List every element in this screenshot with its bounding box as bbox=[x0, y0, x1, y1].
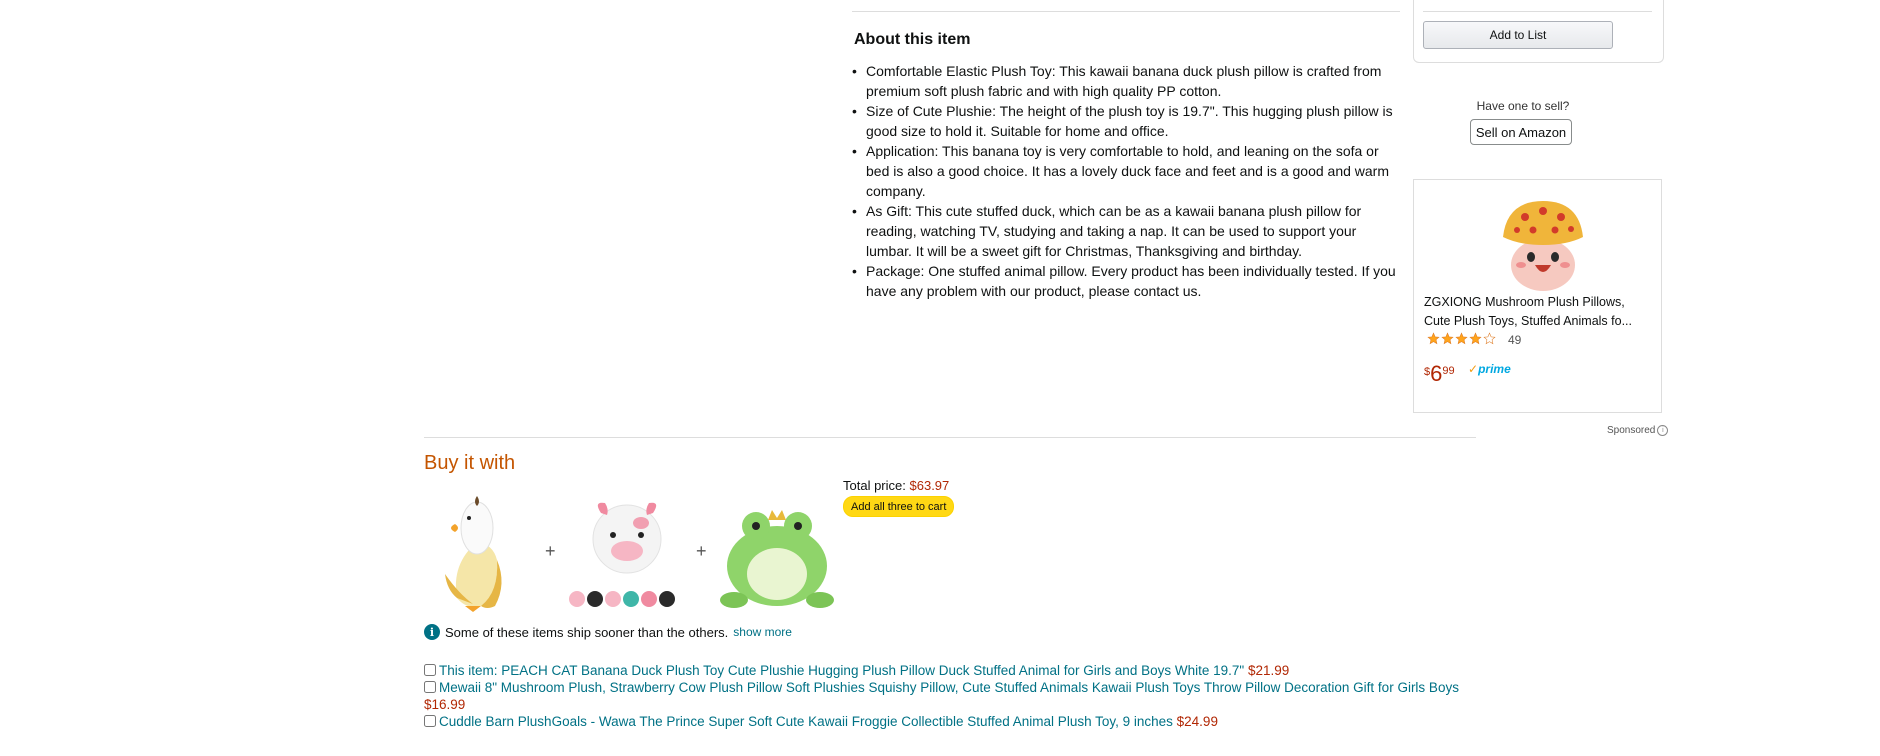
bundle-item: Mewaii 8" Mushroom Plush, Strawberry Cow… bbox=[424, 679, 1484, 713]
plus-separator: + bbox=[545, 541, 556, 561]
about-bullet: Package: One stuffed animal pillow. Ever… bbox=[852, 261, 1396, 301]
ship-sooner-note: i Some of these items ship sooner than t… bbox=[424, 624, 792, 640]
bundle-item-link[interactable]: Mewaii 8" Mushroom Plush, Strawberry Cow… bbox=[439, 680, 1459, 695]
bundle-item-price: $21.99 bbox=[1247, 663, 1290, 678]
sell-on-amazon-button[interactable]: Sell on Amazon bbox=[1470, 119, 1572, 145]
add-all-three-to-cart-button[interactable]: Add all three to cart bbox=[843, 496, 955, 517]
bundle-item-price: $16.99 bbox=[424, 697, 466, 712]
bundle-items-list: This item: PEACH CAT Banana Duck Plush T… bbox=[424, 662, 1484, 730]
bundle-item-checkbox[interactable] bbox=[424, 715, 436, 727]
star-empty-icon bbox=[1483, 332, 1496, 345]
sponsored-text: Sponsored bbox=[1607, 425, 1656, 436]
star-full-icon bbox=[1469, 332, 1482, 345]
add-to-list-button[interactable]: Add to List bbox=[1423, 21, 1613, 49]
prime-check-icon: ✓ bbox=[1468, 362, 1479, 376]
bundle-item: Cuddle Barn PlushGoals - Wawa The Prince… bbox=[424, 713, 1484, 730]
about-bullet: Size of Cute Plushie: The height of the … bbox=[852, 101, 1396, 141]
total-price-value: $63.97 bbox=[909, 478, 950, 493]
plus-separator: + bbox=[696, 541, 707, 561]
info-icon: i bbox=[424, 624, 440, 640]
bundle-item-checkbox[interactable] bbox=[424, 681, 436, 693]
price-fraction: 99 bbox=[1442, 365, 1455, 377]
bundle-item-price: $24.99 bbox=[1176, 714, 1218, 729]
ad-star-rating[interactable] bbox=[1427, 332, 1496, 345]
about-bullet: Application: This banana toy is very com… bbox=[852, 141, 1396, 201]
ad-review-count[interactable]: 49 bbox=[1508, 333, 1521, 347]
total-price: Total price: $63.97 bbox=[843, 478, 949, 493]
info-icon[interactable]: i bbox=[1657, 425, 1669, 436]
star-full-icon bbox=[1455, 332, 1468, 345]
bundle-item-checkbox[interactable] bbox=[424, 664, 436, 676]
star-full-icon bbox=[1427, 332, 1440, 345]
ship-note-text: Some of these items ship sooner than the… bbox=[445, 624, 729, 640]
sponsored-label[interactable]: Sponsored i bbox=[1607, 425, 1669, 436]
mushroom-plush-image[interactable] bbox=[1497, 197, 1589, 292]
about-bullets: Comfortable Elastic Plush Toy: This kawa… bbox=[852, 61, 1396, 301]
price-whole: 6 bbox=[1430, 361, 1443, 386]
buy-with-title: Buy it with bbox=[424, 452, 516, 474]
about-title: About this item bbox=[854, 31, 971, 48]
total-price-label: Total price: bbox=[843, 478, 906, 493]
about-bullet: As Gift: This cute stuffed duck, which c… bbox=[852, 201, 1396, 261]
bundle-item: This item: PEACH CAT Banana Duck Plush T… bbox=[424, 662, 1484, 679]
star-full-icon bbox=[1441, 332, 1454, 345]
bundle-item-link[interactable]: This item: PEACH CAT Banana Duck Plush T… bbox=[439, 663, 1244, 678]
buybox-divider bbox=[1423, 11, 1652, 12]
prime-badge: ✓prime bbox=[1468, 362, 1511, 376]
strawberry-cow-image[interactable] bbox=[565, 497, 689, 612]
banana-duck-image[interactable] bbox=[437, 494, 517, 614]
have-one-to-sell-label: Have one to sell? bbox=[1476, 99, 1570, 113]
prime-label: prime bbox=[1478, 362, 1511, 376]
show-more-link[interactable]: show more bbox=[733, 625, 792, 639]
bundle-item-link[interactable]: Cuddle Barn PlushGoals - Wawa The Prince… bbox=[439, 714, 1173, 729]
ad-product-title[interactable]: ZGXIONG Mushroom Plush Pillows, Cute Plu… bbox=[1424, 293, 1654, 331]
frog-plush-image[interactable] bbox=[720, 500, 835, 610]
about-divider bbox=[852, 11, 1400, 12]
ad-price: $ 6 99 bbox=[1424, 362, 1455, 386]
buy-with-divider bbox=[424, 437, 1476, 438]
about-bullet: Comfortable Elastic Plush Toy: This kawa… bbox=[852, 61, 1396, 101]
